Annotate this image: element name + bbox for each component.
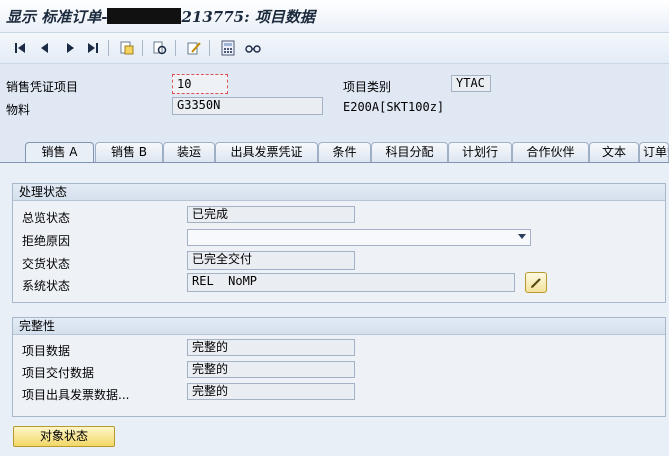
toolbar-separator xyxy=(209,40,210,56)
delivery-status-label: 交货状态 xyxy=(22,257,71,271)
tab-conditions[interactable]: 条件 xyxy=(318,142,371,162)
tab-billing-document[interactable]: 出具发票凭证 xyxy=(215,142,318,162)
material-field[interactable]: G3350N xyxy=(172,97,323,115)
item-category-label: 项目类别 xyxy=(343,80,392,94)
previous-page-icon[interactable] xyxy=(35,38,55,58)
glasses-icon[interactable] xyxy=(243,38,263,58)
group-title: 处理状态 xyxy=(13,184,665,201)
object-status-button[interactable]: 对象状态 xyxy=(13,426,115,447)
item-label: 销售凭证项目 xyxy=(6,80,79,94)
tab-order-data[interactable]: 订单数据 xyxy=(639,142,669,162)
item-delivery-data-field[interactable]: 完整的 xyxy=(187,361,355,378)
item-data-field[interactable]: 完整的 xyxy=(187,339,355,356)
tab-strip: 销售 A 销售 B 装运 出具发票凭证 条件 科目分配 计划行 合作伙伴 文本 … xyxy=(14,142,669,163)
first-page-icon[interactable] xyxy=(10,38,30,58)
chevron-down-icon[interactable] xyxy=(518,234,526,239)
toolbar-separator xyxy=(142,40,143,56)
item-delivery-data-label: 项目交付数据 xyxy=(22,366,95,380)
tab-account-assignment[interactable]: 科目分配 xyxy=(371,142,448,162)
rejection-reason-label: 拒绝原因 xyxy=(22,234,71,248)
next-page-icon[interactable] xyxy=(60,38,80,58)
last-page-icon[interactable] xyxy=(83,38,103,58)
other-object-icon[interactable] xyxy=(117,38,137,58)
system-status-field[interactable]: REL NoMP xyxy=(187,273,515,292)
toolbar-separator xyxy=(108,40,109,56)
group-title: 完整性 xyxy=(13,318,665,335)
application-toolbar xyxy=(0,33,669,64)
delivery-status-field[interactable]: 已完全交付 xyxy=(187,251,355,270)
item-category-field[interactable]: YTAC xyxy=(451,75,491,92)
tab-partners[interactable]: 合作伙伴 xyxy=(512,142,589,162)
display-document-icon[interactable] xyxy=(150,38,170,58)
edit-status-button[interactable] xyxy=(525,272,547,293)
window-title: 显示 标准订单- 213775: 项目数据 xyxy=(6,6,315,27)
material-description: E200A[SKT100z] xyxy=(343,100,445,114)
material-label: 物料 xyxy=(6,103,31,117)
overall-status-field[interactable]: 已完成 xyxy=(187,206,355,223)
change-document-icon[interactable] xyxy=(184,38,204,58)
tab-shipping[interactable]: 装运 xyxy=(163,142,215,162)
tab-texts[interactable]: 文本 xyxy=(589,142,639,162)
tab-sales-a[interactable]: 销售 A xyxy=(25,142,94,163)
pencil-icon xyxy=(531,277,541,288)
item-billing-data-field[interactable]: 完整的 xyxy=(187,383,355,400)
toolbar-separator xyxy=(175,40,176,56)
item-data-label: 项目数据 xyxy=(22,344,71,358)
title-prefix: 显示 标准订单- xyxy=(6,8,108,26)
calculator-icon[interactable] xyxy=(218,38,238,58)
tab-schedule-lines[interactable]: 计划行 xyxy=(448,142,512,162)
redacted-block xyxy=(107,8,182,24)
tab-sales-b[interactable]: 销售 B xyxy=(95,142,163,162)
rejection-reason-select[interactable] xyxy=(187,229,531,246)
item-number-field[interactable]: 10 xyxy=(172,74,228,94)
overall-status-label: 总览状态 xyxy=(22,211,71,225)
tab-divider xyxy=(0,162,669,163)
title-bar: 显示 标准订单- 213775: 项目数据 xyxy=(0,0,669,33)
title-suffix: 213775: 项目数据 xyxy=(181,8,315,26)
system-status-label: 系统状态 xyxy=(22,279,71,293)
item-billing-data-label: 项目出具发票数据... xyxy=(22,388,130,402)
